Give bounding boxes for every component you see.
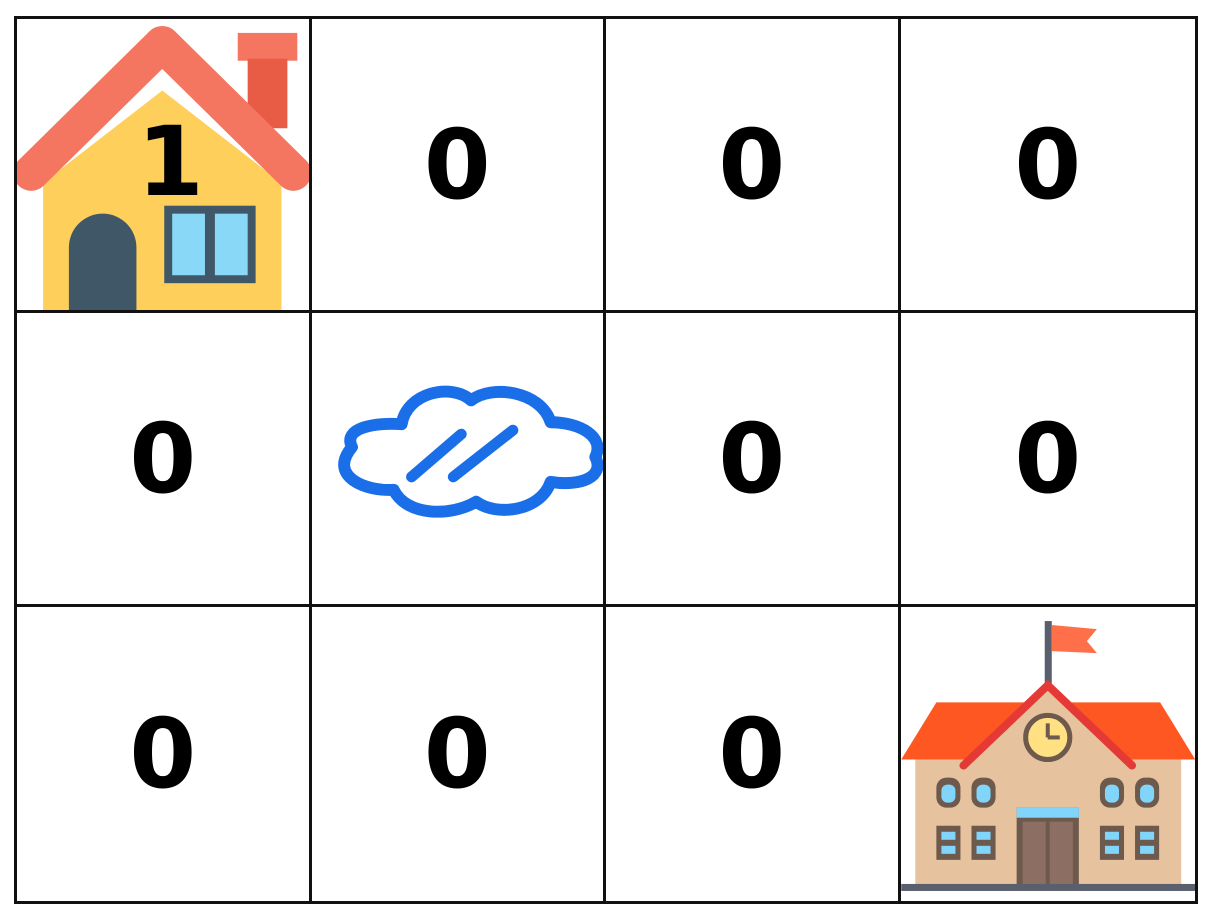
- cell-2-1[interactable]: 0: [311, 607, 606, 901]
- cell-value: 0: [129, 402, 197, 515]
- cell-value: 0: [718, 402, 786, 515]
- cell-value: 0: [1014, 402, 1082, 515]
- cell-value: 0: [423, 108, 491, 221]
- cell-1-1-puddle[interactable]: [311, 313, 606, 607]
- cell-value: 0: [1014, 108, 1082, 221]
- cell-0-0-home[interactable]: 1: [17, 19, 312, 313]
- cell-2-0[interactable]: 0: [17, 607, 312, 901]
- puddle-icon: [337, 385, 603, 518]
- cell-value: 0: [718, 108, 786, 221]
- cell-0-1[interactable]: 0: [311, 19, 606, 313]
- cell-1-3[interactable]: 0: [900, 313, 1195, 607]
- cell-2-2[interactable]: 0: [606, 607, 901, 901]
- cell-2-3-school[interactable]: [900, 607, 1195, 901]
- cell-1-2[interactable]: 0: [606, 313, 901, 607]
- cell-value: 1: [137, 106, 204, 218]
- game-board: 1 0 0 0 0 0 0 0 0 0: [14, 16, 1198, 904]
- cell-value: 0: [129, 698, 197, 810]
- cell-value: 0: [423, 698, 491, 810]
- cell-0-2[interactable]: 0: [606, 19, 901, 313]
- school-icon: [900, 621, 1195, 891]
- cell-1-0[interactable]: 0: [17, 313, 312, 607]
- cell-0-3[interactable]: 0: [900, 19, 1195, 313]
- cell-value: 0: [718, 698, 786, 810]
